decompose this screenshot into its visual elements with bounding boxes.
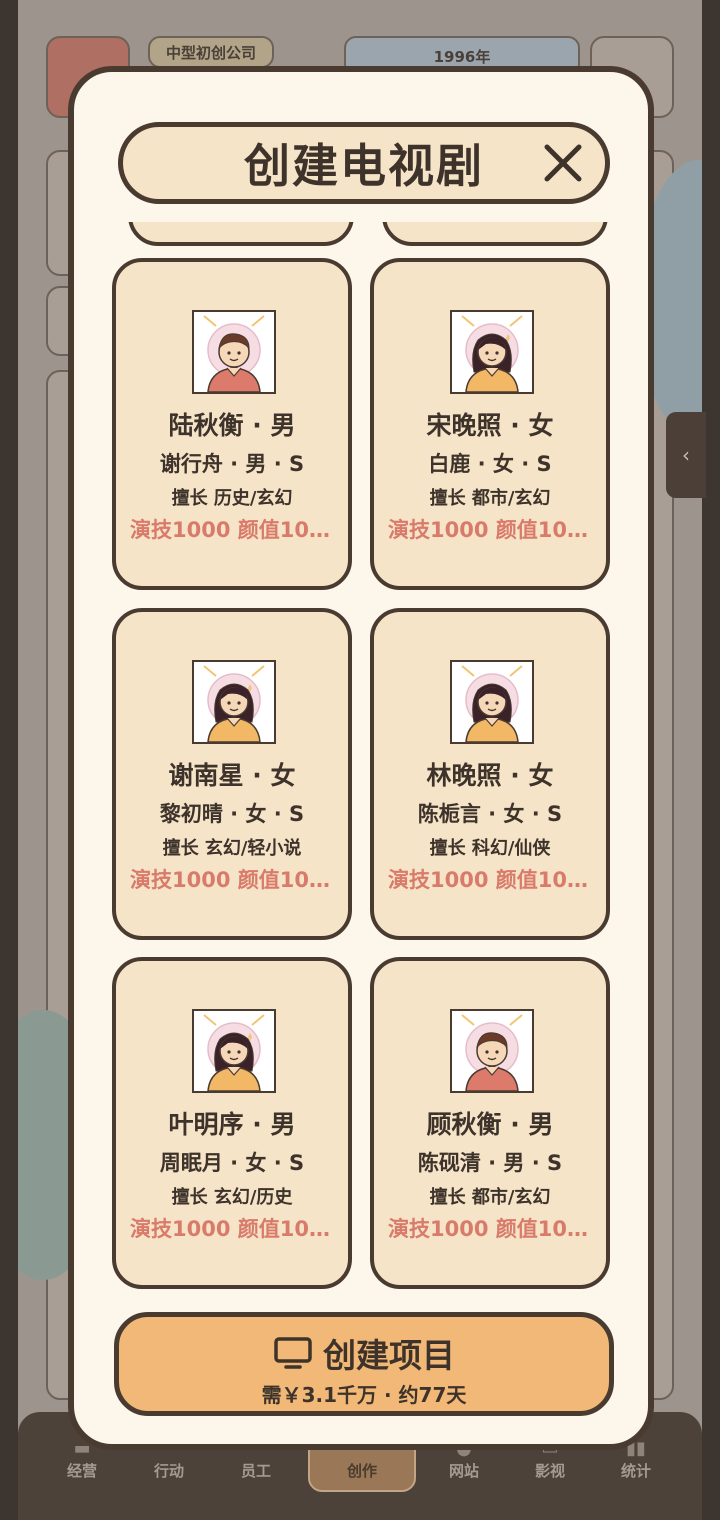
cast-card-partial[interactable] (128, 222, 354, 246)
cast-card[interactable]: 叶明序 · 男 周眠月 · 女 · S 擅长 玄幻/历史 演技1000 颜值10… (112, 957, 352, 1289)
nav-item-stats[interactable]: ▮▮ 统计 (596, 1438, 676, 1481)
cast-card-partial[interactable] (382, 222, 608, 246)
modal-title: 创建电视剧 (244, 139, 484, 193)
actor-genres: 擅长 玄幻/轻小说 (162, 838, 302, 859)
male-avatar (192, 310, 276, 394)
character-name: 谢南星 · 女 (168, 761, 296, 790)
actor-info: 陈栀言 · 女 · S (417, 802, 563, 826)
actor-genres: 擅长 历史/玄幻 (171, 488, 293, 509)
create-button-main: 创建项目 (119, 1329, 609, 1377)
nav-label: 经营 (66, 1462, 97, 1480)
nav-label: 创作 (346, 1462, 377, 1480)
actor-info: 陈砚清 · 男 · S (417, 1151, 563, 1175)
nav-label: 网站 (448, 1462, 479, 1480)
actor-info: 黎初晴 · 女 · S (159, 802, 305, 826)
actor-info: 周眠月 · 女 · S (159, 1151, 305, 1175)
character-name: 顾秋衡 · 男 (426, 1110, 554, 1139)
company-badge: 中型初创公司 (148, 36, 274, 68)
cast-card[interactable]: 顾秋衡 · 男 陈砚清 · 男 · S 擅长 都市/玄幻 演技1000 颜值10… (370, 957, 610, 1289)
actor-info: 白鹿 · 女 · S (428, 452, 552, 476)
female-avatar (450, 310, 534, 394)
male-avatar (450, 1009, 534, 1093)
actor-genres: 擅长 玄幻/历史 (171, 1187, 293, 1208)
modal-header: 创建电视剧 (118, 122, 610, 204)
female-avatar (192, 1009, 276, 1093)
cast-card[interactable]: 林晚照 · 女 陈栀言 · 女 · S 擅长 科幻/仙侠 演技1000 颜值10… (370, 608, 610, 940)
cast-card[interactable]: 陆秋衡 · 男 谢行舟 · 男 · S 擅长 历史/玄幻 演技1000 颜值10… (112, 258, 352, 590)
character-name: 叶明序 · 男 (168, 1110, 296, 1139)
actor-stats: 演技1000 颜值1000 (388, 868, 596, 892)
nav-item-film[interactable]: ▭ 影视 (510, 1438, 590, 1481)
nav-label: 统计 (620, 1462, 651, 1480)
nav-item-website[interactable]: ◒ 网站 (424, 1438, 504, 1481)
actor-stats: 演技1000 颜值1000 (388, 1217, 596, 1241)
side-drawer-handle[interactable]: ‹ (666, 412, 706, 498)
actor-stats: 演技1000 颜值1000 (130, 1217, 338, 1241)
nav-label: 员工 (240, 1462, 271, 1480)
close-icon (544, 144, 582, 182)
cast-card[interactable]: 宋晚照 · 女 白鹿 · 女 · S 擅长 都市/玄幻 演技1000 颜值100… (370, 258, 610, 590)
character-name: 陆秋衡 · 男 (168, 411, 296, 440)
actor-stats: 演技1000 颜值1000 (130, 868, 338, 892)
female-avatar (450, 660, 534, 744)
create-project-button[interactable]: 创建项目 需￥3.1千万 · 约77天 (114, 1312, 614, 1416)
actor-genres: 擅长 都市/玄幻 (429, 1187, 551, 1208)
actor-genres: 擅长 都市/玄幻 (429, 488, 551, 509)
cast-card[interactable]: 谢南星 · 女 黎初晴 · 女 · S 擅长 玄幻/轻小说 演技1000 颜值1… (112, 608, 352, 940)
tv-icon (274, 1337, 312, 1369)
create-cost-label: 需￥3.1千万 · 约77天 (261, 1383, 467, 1407)
character-name: 林晚照 · 女 (426, 761, 554, 790)
nav-label: 行动 (153, 1462, 184, 1480)
actor-genres: 擅长 科幻/仙侠 (429, 838, 551, 859)
nav-label: 影视 (534, 1462, 565, 1480)
actor-stats: 演技1000 颜值1000 (388, 518, 596, 542)
create-button-label: 创建项目 (323, 1336, 455, 1375)
create-tv-series-modal: 创建电视剧 陆秋衡 · 男 谢行舟 · 男 · S 擅长 历史/玄幻 演技100… (68, 66, 654, 1450)
actor-info: 谢行舟 · 男 · S (159, 452, 305, 476)
female-avatar (192, 660, 276, 744)
actor-stats: 演技1000 颜值1000 (130, 518, 338, 542)
character-name: 宋晚照 · 女 (426, 411, 554, 440)
nav-item-business[interactable]: ▬ 经营 (42, 1438, 122, 1481)
cast-card-list[interactable]: 陆秋衡 · 男 谢行舟 · 男 · S 擅长 历史/玄幻 演技1000 颜值10… (74, 222, 648, 1302)
close-button[interactable] (533, 133, 593, 193)
nav-item-action[interactable]: · 行动 (129, 1438, 209, 1481)
nav-item-staff[interactable]: 员工 (216, 1462, 296, 1481)
